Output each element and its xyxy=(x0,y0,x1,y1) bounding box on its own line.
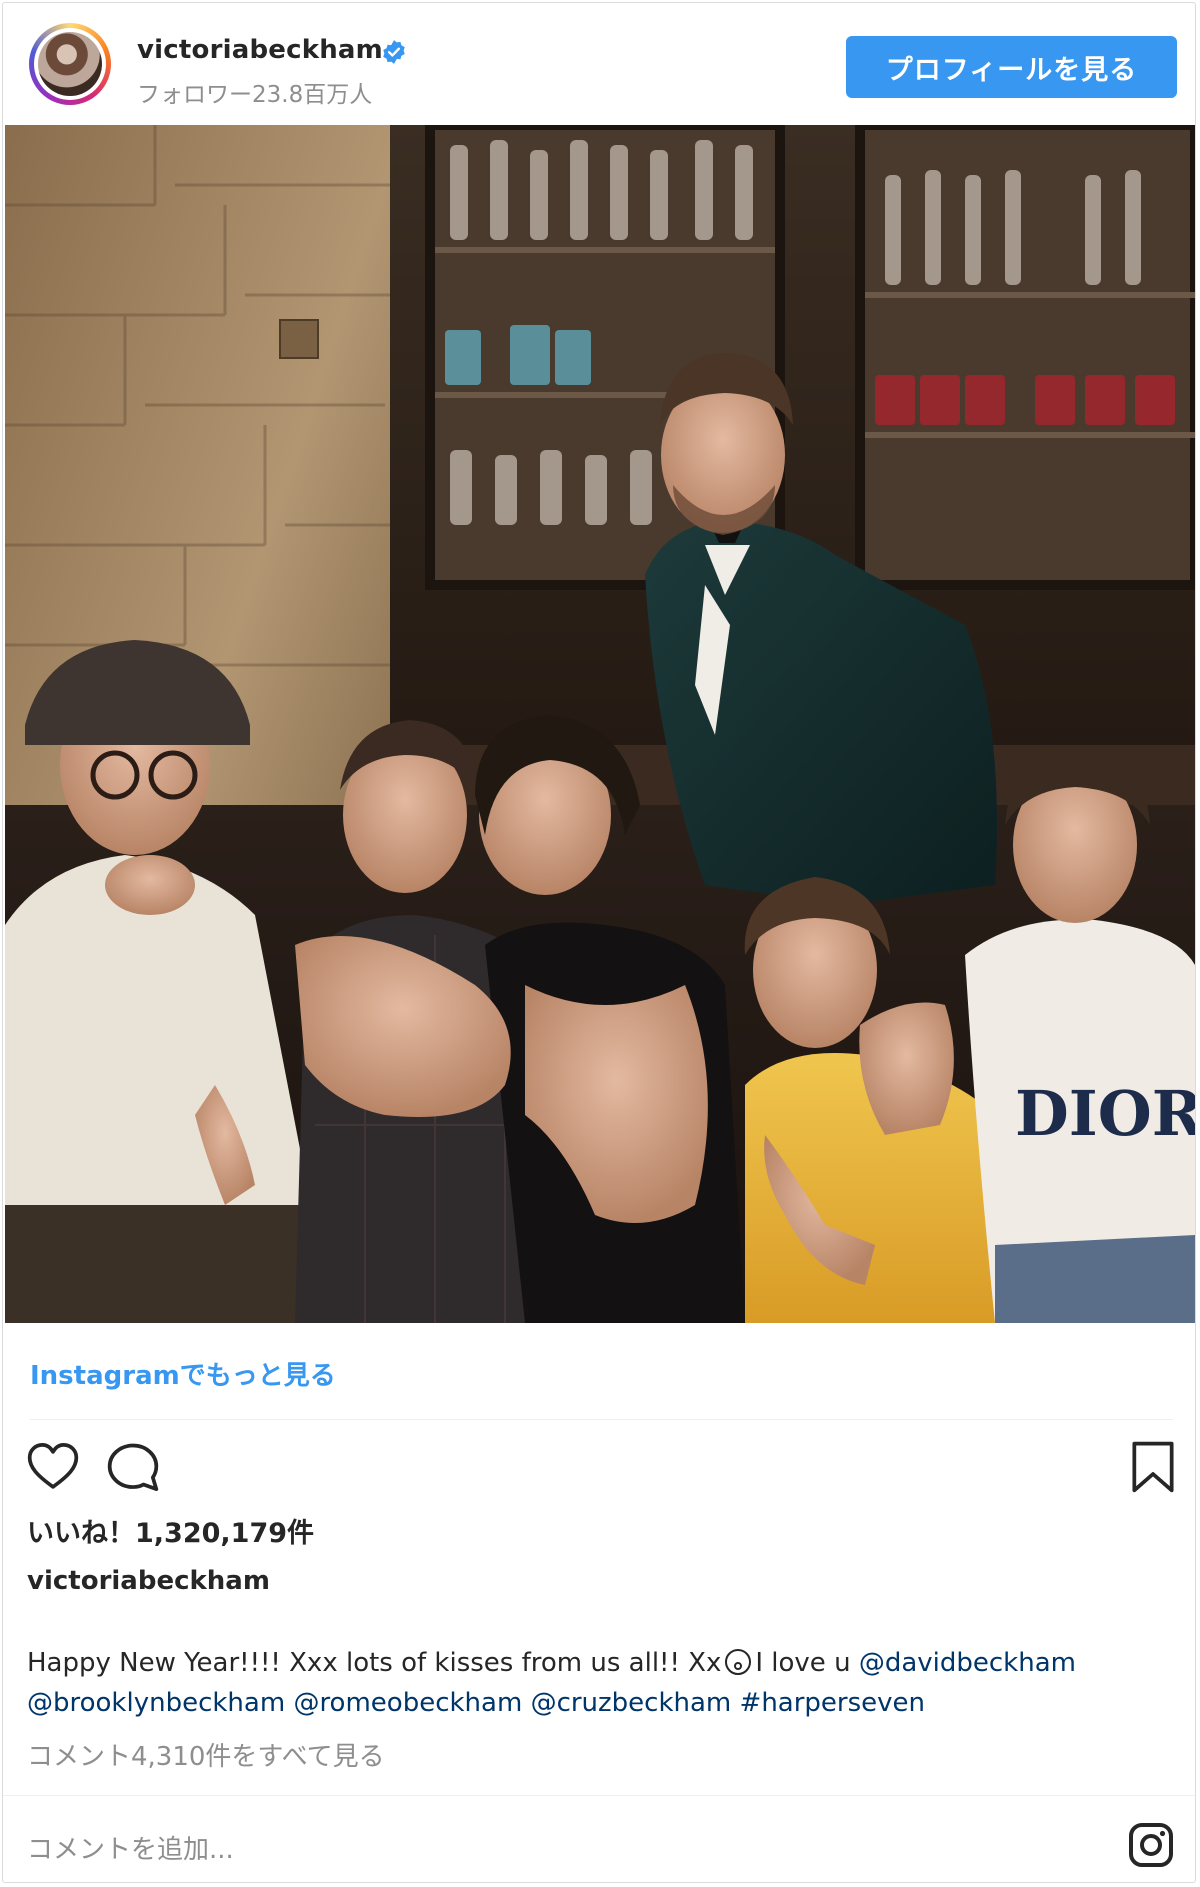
surprised-face-emoji-icon xyxy=(725,1649,752,1675)
bookmark-icon[interactable] xyxy=(1125,1439,1181,1495)
post-caption: Happy New Year!!!! Xxx lots of kisses fr… xyxy=(27,1643,1167,1723)
add-comment-field[interactable]: コメントを追加... xyxy=(27,1829,234,1866)
divider xyxy=(30,1419,1173,1420)
dior-shirt-text: DIOR xyxy=(1015,1077,1195,1150)
post-image[interactable]: DIOR xyxy=(5,125,1195,1323)
divider xyxy=(3,1795,1195,1796)
view-all-comments-link[interactable]: コメント4,310件をすべて見る xyxy=(27,1736,385,1773)
instagram-embed-card: victoriabeckham フォロワー23.8百万人 プロフィールを見る D… xyxy=(2,2,1196,1883)
username[interactable]: victoriabeckham xyxy=(137,35,383,65)
avatar-frame xyxy=(34,28,106,100)
avatar-image xyxy=(38,32,102,96)
post-header: victoriabeckham フォロワー23.8百万人 プロフィールを見る xyxy=(3,3,1195,123)
caption-username[interactable]: victoriabeckham xyxy=(27,1566,270,1596)
verified-badge-icon xyxy=(383,40,405,64)
more-on-instagram-link[interactable]: Instagramでもっと見る xyxy=(30,1355,336,1392)
mention-romeobeckham[interactable]: @romeobeckham xyxy=(293,1688,522,1718)
caption-text: Happy New Year!!!! Xxx lots of kisses fr… xyxy=(27,1648,722,1678)
view-profile-button[interactable]: プロフィールを見る xyxy=(846,36,1177,98)
avatar[interactable] xyxy=(29,23,111,105)
mention-cruzbeckham[interactable]: @cruzbeckham xyxy=(531,1688,732,1718)
follower-count: フォロワー23.8百万人 xyxy=(137,82,373,108)
heart-icon[interactable] xyxy=(25,1439,81,1495)
comment-bubble-icon[interactable] xyxy=(105,1439,161,1495)
instagram-logo-icon[interactable] xyxy=(1127,1821,1175,1869)
like-count[interactable]: いいね！1,320,179件 xyxy=(27,1511,314,1550)
mention-brooklynbeckham[interactable]: @brooklynbeckham xyxy=(27,1688,285,1718)
hashtag-harperseven[interactable]: #harperseven xyxy=(740,1688,925,1718)
caption-text-love: I love u xyxy=(755,1648,851,1678)
mention-davidbeckham[interactable]: @davidbeckham xyxy=(859,1648,1076,1678)
family-photo-illustration: DIOR xyxy=(5,125,1195,1323)
